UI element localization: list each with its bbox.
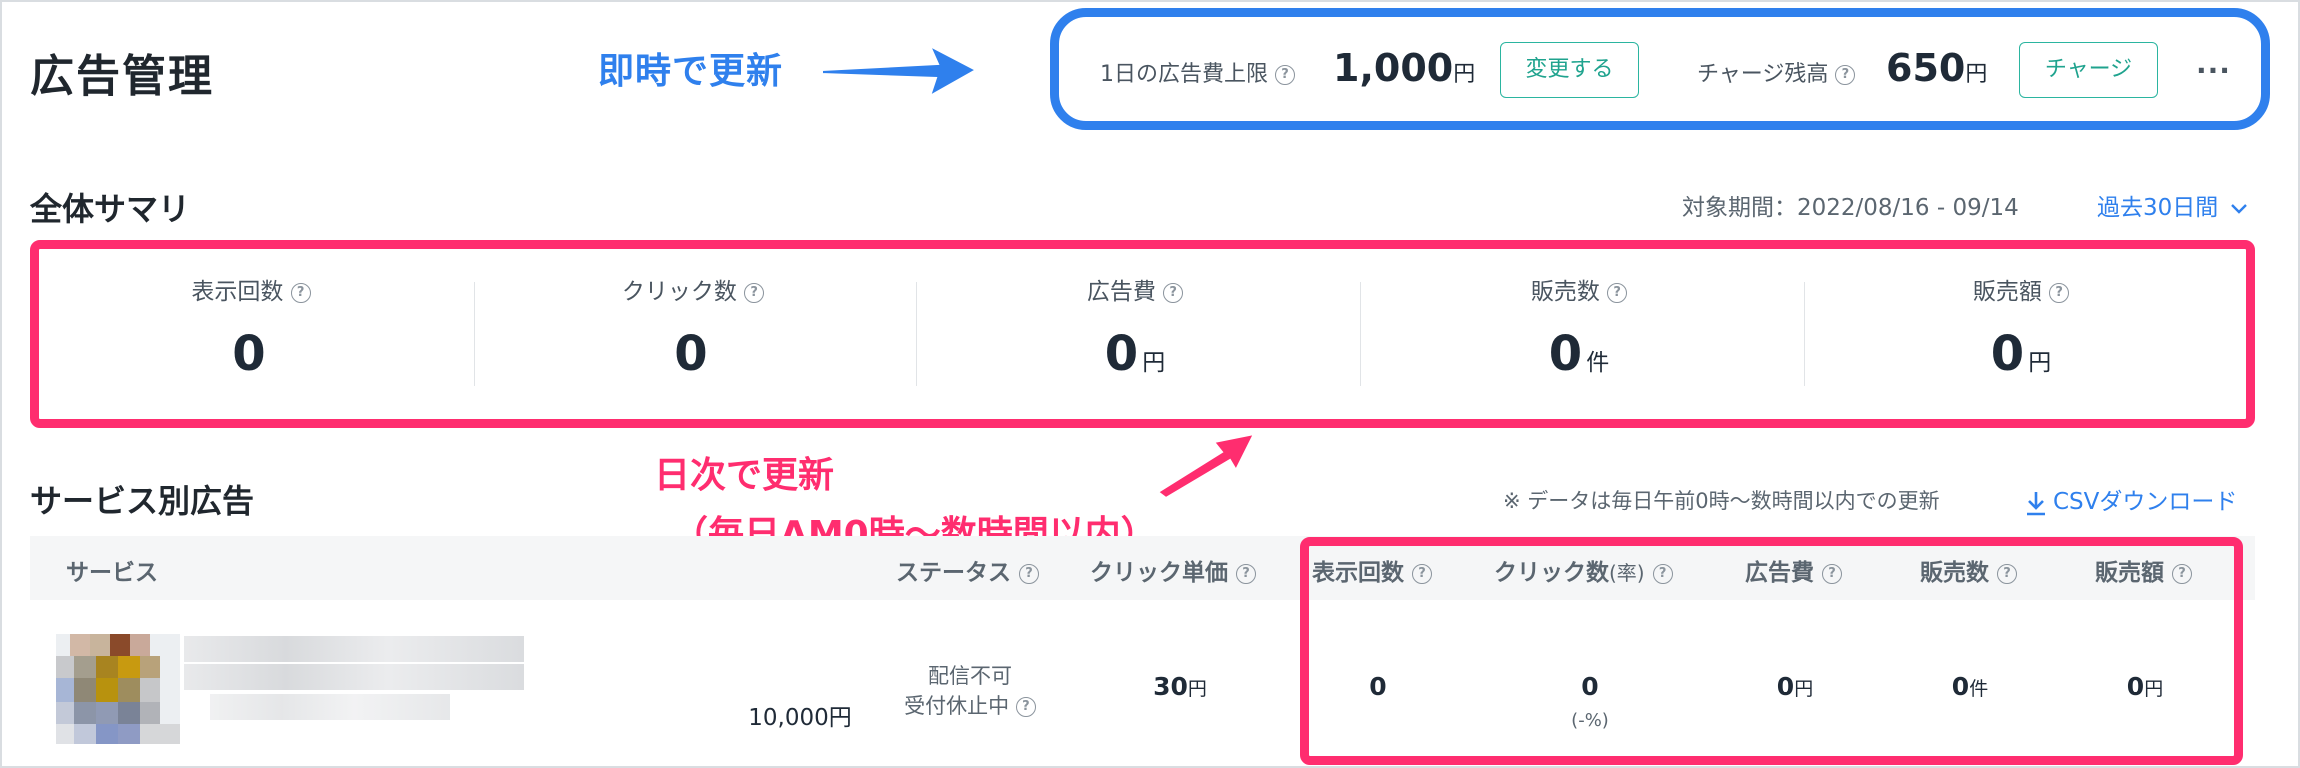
period-select[interactable]: 過去30日間 (2097, 188, 2248, 222)
change-budget-button[interactable]: 変更する (1500, 42, 1639, 98)
service-name-blurred (210, 694, 450, 720)
annotation-arrow-right-icon (821, 43, 979, 99)
service-thumbnail[interactable] (56, 634, 180, 744)
column-status: ステータス ? (896, 553, 1040, 587)
clicks-rate-value: (-%) (1571, 710, 1609, 731)
summary-title: 全体サマリ (30, 190, 191, 228)
clicks-value: 0 (1581, 672, 1599, 701)
daily-budget-value: 1,000円 (1333, 46, 1476, 90)
column-cpc: クリック単価 ? (1090, 553, 1257, 587)
summary-metric-sales-amount: 販売額 ? 0円 (1800, 250, 2242, 420)
help-icon[interactable]: ? (1019, 563, 1040, 584)
charge-balance-label: チャージ残高 ? (1697, 56, 1856, 88)
help-icon[interactable]: ? (1163, 282, 1184, 303)
status-primary: 配信不可 (928, 664, 1012, 688)
help-icon[interactable]: ? (1015, 697, 1036, 717)
help-icon[interactable]: ? (1835, 65, 1856, 85)
sales-count-value: 0件 (1951, 672, 1989, 701)
service-name-blurred (184, 636, 524, 662)
more-menu-icon[interactable]: ··· (2196, 54, 2231, 87)
chevron-down-icon (2230, 203, 2247, 214)
status-secondary: 受付休止中 ? (880, 690, 1060, 720)
service-name-blurred (184, 664, 524, 690)
summary-metric-impressions: 表示回数 ? 0 (30, 250, 472, 420)
impressions-value: 0 (1369, 672, 1387, 701)
download-icon (2027, 491, 2045, 515)
period-label: 対象期間：2022/08/16 - 09/14 (1682, 195, 2019, 221)
charge-balance-value: 650円 (1886, 46, 1988, 90)
help-icon[interactable]: ? (2049, 282, 2070, 303)
service-price: 10,000円 (748, 705, 852, 731)
charge-button[interactable]: チャージ (2019, 42, 2158, 98)
summary-metric-cost: 広告費 ? 0円 (914, 250, 1356, 420)
cost-value: 0円 (1776, 672, 1814, 701)
summary-metric-clicks: クリック数 ? 0 (472, 250, 914, 420)
annotation-daily: 日次で更新 (654, 455, 835, 496)
update-note: ※ データは毎日午前0時〜数時間以内での更新 (1503, 489, 1940, 513)
annotation-arrow-up-icon (1156, 432, 1256, 500)
help-icon[interactable]: ? (1607, 282, 1628, 303)
help-icon[interactable]: ? (744, 282, 765, 303)
column-service: サービス (66, 560, 158, 586)
sales-amount-value: 0円 (2126, 672, 2164, 701)
annotation-realtime: 即時で更新 (598, 51, 784, 92)
cpc-value[interactable]: 30円 (1100, 672, 1260, 701)
help-icon[interactable]: ? (290, 282, 311, 303)
page-title: 広告管理 (30, 51, 214, 102)
help-icon[interactable]: ? (1275, 65, 1295, 85)
services-title: サービス別広告 (30, 482, 255, 520)
annotation-highlight-table (1300, 537, 2243, 765)
help-icon[interactable]: ? (1236, 563, 1257, 584)
summary-metric-sales-count: 販売数 ? 0件 (1358, 250, 1800, 420)
daily-budget-label: 1日の広告費上限 ? (1100, 56, 1295, 88)
csv-download-link[interactable]: CSVダウンロード (2025, 482, 2237, 516)
